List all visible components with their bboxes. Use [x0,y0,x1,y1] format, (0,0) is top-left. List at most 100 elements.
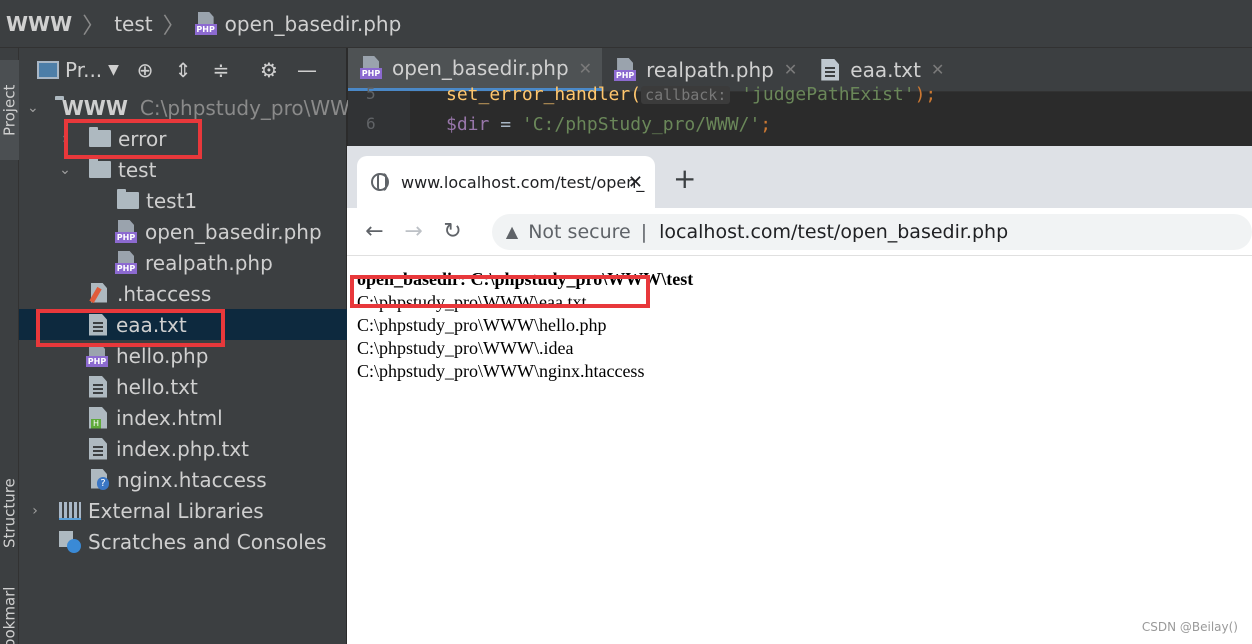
tree-root-label: WWW [61,95,128,120]
code-variable: $dir [446,114,490,135]
tree-external-libraries-label: External Libraries [88,498,264,523]
code-punctuation: ; [760,114,772,135]
new-tab-icon[interactable]: + [673,162,696,195]
code-editor: PHP open_basedir.php ✕ PHP realpath.php … [348,48,1252,146]
breadcrumb-file[interactable]: PHP open_basedir.php [194,11,402,36]
line-number: 6 [366,114,376,133]
bookmarks-tool-tab[interactable]: Bookmarks [0,588,19,644]
address-bar[interactable]: ▲ Not secure | localhost.com/test/open_b… [491,213,1252,250]
output-line: C:\phpstudy_pro\WWW\nginx.htaccess [357,361,645,381]
tree-item-realpath[interactable]: PHP realpath.php [19,247,347,278]
tree-item-index-php-txt[interactable]: index.php.txt [19,433,347,464]
php-file-icon: PHP [360,56,384,80]
separator: | [640,220,648,243]
project-view-label: Pr... [65,58,103,82]
folder-icon [117,189,139,209]
structure-tool-tab[interactable]: Structure [0,458,19,568]
breadcrumb-folder[interactable]: test [114,12,152,36]
browser-tab-strip: www.localhost.com/test/open_ ✕ + [347,146,1252,208]
php-file-icon: PHP [194,11,219,36]
tree-item-error[interactable]: › error [19,123,347,154]
text-file-icon [821,58,840,81]
tree-item-htaccess[interactable]: .htaccess [19,278,347,309]
gear-icon[interactable]: ⚙ [257,58,281,82]
tree-item-label: .htaccess [117,281,212,306]
tool-window-strip: Project Structure Bookmarks [0,48,19,644]
tree-item-hello-php[interactable]: PHP hello.php [19,340,347,371]
text-file-icon [89,437,107,460]
tree-item-open-basedir[interactable]: PHP open_basedir.php [19,216,347,247]
close-icon[interactable]: ✕ [931,60,944,79]
tree-item-label: test [118,157,157,182]
tree-item-eaa-txt[interactable]: eaa.txt [19,309,347,340]
chevron-down-icon[interactable]: ⌄ [57,162,73,178]
tree-item-label: nginx.htaccess [117,467,267,492]
line-number: 5 [366,84,376,103]
code-area[interactable]: 5 6 set_error_handler(callback: 'judgePa… [348,84,1252,146]
panel-icon [37,61,59,79]
tree-item-nginx-htaccess[interactable]: ? nginx.htaccess [19,464,347,495]
chevron-right-icon: 〉 [82,13,105,39]
tree-item-test1[interactable]: test1 [19,185,347,216]
php-file-icon: PHP [86,343,110,368]
forward-arrow-icon[interactable]: → [394,219,433,244]
tree-item-label: open_basedir.php [145,219,322,244]
browser-tab-title: www.localhost.com/test/open_ [401,172,645,192]
tree-item-label: hello.txt [116,374,198,399]
locate-icon[interactable]: ⊕ [133,58,157,82]
tree-item-label: realpath.php [145,250,273,275]
back-arrow-icon[interactable]: ← [355,219,394,244]
chevron-right-icon: 〉 [162,13,185,39]
folder-icon [89,127,111,147]
close-icon[interactable]: ✕ [628,172,643,193]
output-line: C:\phpstudy_pro\WWW\.idea [357,338,574,358]
tree-item-label: index.php.txt [116,436,250,461]
output-line: C:\phpstudy_pro\WWW\hello.php [357,315,607,335]
folder-icon [89,158,111,178]
project-view-selector[interactable]: Pr... ▼ [37,58,119,82]
watermark: CSDN @Beilay() [1141,620,1238,634]
code-line: $dir = 'C:/phpStudy_pro/WWW/'; [446,114,771,135]
nginx-file-icon: ? [89,468,109,491]
close-icon[interactable]: ✕ [784,60,797,79]
chevron-right-icon[interactable]: › [57,131,73,147]
libraries-icon [59,501,81,520]
security-label[interactable]: Not secure [528,221,631,243]
project-tool-tab[interactable]: Project [0,60,19,160]
minimize-icon[interactable]: — [295,58,319,82]
globe-icon [371,173,389,191]
tree-scratches[interactable]: Scratches and Consoles [19,526,347,557]
tree-item-index-html[interactable]: H index.html [19,402,347,433]
tab-label: realpath.php [646,57,774,82]
url-text[interactable]: localhost.com/test/open_basedir.php [659,221,1008,243]
open-basedir-header: open_basedir: C:\phpstudy_pro\WWW\test [357,269,694,289]
reload-icon[interactable]: ↻ [433,219,472,244]
output-line: C:\phpstudy_pro\WWW\eaa.txt [357,292,587,312]
breadcrumb-root[interactable]: WWW [6,12,72,36]
tree-item-test[interactable]: ⌄ test [19,154,347,185]
page-content: open_basedir: C:\phpstudy_pro\WWW\test C… [347,256,1252,383]
tab-label: open_basedir.php [392,56,569,80]
tree-item-hello-txt[interactable]: hello.txt [19,371,347,402]
browser-tab[interactable]: www.localhost.com/test/open_ ✕ [357,156,655,208]
tree-item-label: eaa.txt [116,312,187,337]
expand-all-icon[interactable]: ⇕ [171,58,195,82]
collapse-all-icon[interactable]: ≑ [209,58,233,82]
php-file-icon: PHP [115,250,139,275]
parameter-hint: callback: [641,86,731,104]
tree-root[interactable]: ⌄ WWW C:\phpstudy_pro\WWW [19,92,370,123]
tab-label: eaa.txt [850,57,921,82]
breadcrumb-file-label: open_basedir.php [224,11,402,36]
code-operator: = [489,114,522,135]
project-toolbar: Pr... ▼ ⊕ ⇕ ≑ ⚙ — [19,48,346,92]
close-icon[interactable]: ✕ [579,59,592,78]
tree-external-libraries[interactable]: › External Libraries [19,495,347,526]
project-panel: Pr... ▼ ⊕ ⇕ ≑ ⚙ — ⌄ WWW C:\phpstudy_pro\… [19,48,370,644]
warning-triangle-icon[interactable]: ▲ [506,222,518,241]
tree-scratches-label: Scratches and Consoles [88,529,327,554]
text-file-icon [89,313,107,336]
tree-item-label: error [118,126,167,151]
chevron-right-icon[interactable]: › [27,503,43,519]
chevron-down-icon[interactable]: ⌄ [27,100,39,116]
navigation-bar: WWW 〉 test 〉 PHP open_basedir.php [0,0,1252,48]
